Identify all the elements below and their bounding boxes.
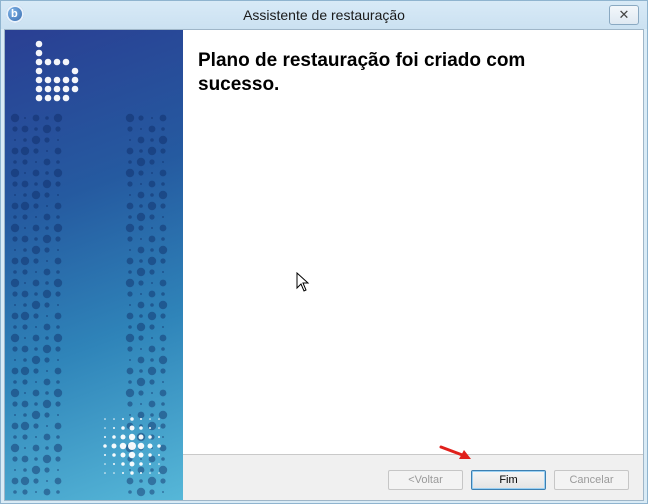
window-title: Assistente de restauração [243, 7, 405, 23]
title-bar: b Assistente de restauração ✕ [1, 1, 647, 29]
mouse-pointer-icon [296, 272, 310, 292]
close-button[interactable]: ✕ [609, 5, 639, 25]
close-icon: ✕ [618, 7, 630, 22]
dot-pattern-graphic [10, 40, 168, 497]
restore-wizard-window: b Assistente de restauração ✕ Plano de r… [0, 0, 648, 504]
wizard-side-banner [5, 30, 183, 500]
wizard-content-panel: Plano de restauração foi criado com suce… [183, 30, 643, 454]
finish-button[interactable]: Fim [471, 470, 546, 490]
back-button[interactable]: <Voltar [388, 470, 463, 490]
wizard-button-bar: <Voltar Fim Cancelar [183, 445, 643, 500]
wizard-client-area: Plano de restauração foi criado com suce… [4, 29, 644, 501]
page-title: Plano de restauração foi criado com suce… [198, 50, 526, 95]
cancel-button[interactable]: Cancelar [554, 470, 629, 490]
annotation-arrow-icon [439, 445, 471, 459]
